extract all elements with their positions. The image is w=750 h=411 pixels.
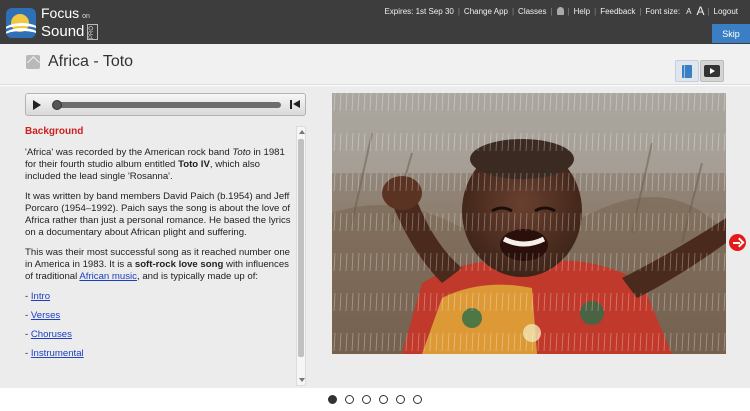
article-photo bbox=[332, 93, 726, 354]
view-toggle bbox=[675, 60, 724, 82]
choruses-link[interactable]: Choruses bbox=[31, 329, 72, 340]
page-title: Africa - Toto bbox=[48, 53, 134, 70]
play-icon[interactable] bbox=[30, 98, 44, 112]
list-item: - Choruses bbox=[25, 329, 296, 341]
section-heading: Background bbox=[25, 126, 84, 137]
intro-link[interactable]: Intro bbox=[31, 291, 50, 302]
help-link[interactable]: Help bbox=[570, 7, 594, 16]
article-text-panel: Background 'Africa' was recorded by the … bbox=[25, 126, 296, 386]
pagination-dot-1[interactable] bbox=[328, 395, 337, 404]
focus-on-sound-logo[interactable]: Focus on Sound PRO bbox=[6, 5, 99, 40]
child-in-rain-image bbox=[332, 93, 726, 354]
content-area: Background 'Africa' was recorded by the … bbox=[0, 86, 750, 388]
slide-pagination bbox=[0, 388, 750, 411]
p1-text-a: 'Africa' was recorded by the American ro… bbox=[25, 147, 233, 158]
font-size-large-button[interactable]: A bbox=[696, 4, 704, 18]
bell-icon[interactable] bbox=[556, 7, 564, 15]
p1-album-name: Toto IV bbox=[178, 159, 210, 170]
scroll-thumb[interactable] bbox=[298, 139, 304, 357]
p1-band-name: Toto bbox=[232, 147, 251, 158]
article-scrollbar[interactable] bbox=[296, 126, 306, 386]
logo-word-on: on bbox=[82, 13, 90, 20]
nav-separator: | bbox=[550, 6, 553, 16]
p3-text-d: , and is typically made up of: bbox=[136, 271, 259, 282]
list-item: - Verses bbox=[25, 310, 296, 322]
next-arrow-icon[interactable] bbox=[729, 234, 746, 251]
pagination-dot-2[interactable] bbox=[345, 395, 354, 404]
pagination-dot-4[interactable] bbox=[379, 395, 388, 404]
top-navigation: Expires: 1st Sep 30 | Change App | Class… bbox=[380, 4, 742, 18]
logo-word-sound: Sound bbox=[41, 23, 85, 40]
logo-text: Focus on Sound PRO bbox=[41, 5, 99, 40]
top-bar: Focus on Sound PRO Expires: 1st Sep 30 |… bbox=[0, 0, 750, 44]
paragraph-3: This was their most successful song as i… bbox=[25, 247, 296, 283]
font-size-small-button[interactable]: A bbox=[686, 7, 691, 16]
title-bar: Africa - Toto bbox=[0, 44, 750, 85]
scroll-down-arrow-icon[interactable] bbox=[299, 378, 305, 382]
logout-link[interactable]: Logout bbox=[710, 7, 742, 16]
change-app-link[interactable]: Change App bbox=[460, 7, 512, 16]
book-icon bbox=[682, 64, 692, 78]
video-view-button[interactable] bbox=[700, 60, 724, 82]
audio-progress-handle[interactable] bbox=[52, 100, 62, 110]
paragraph-1: 'Africa' was recorded by the American ro… bbox=[25, 147, 296, 183]
paragraph-2: It was written by band members David Pai… bbox=[25, 191, 291, 238]
pagination-dot-3[interactable] bbox=[362, 395, 371, 404]
logo-word-focus: Focus bbox=[41, 5, 80, 21]
audio-player bbox=[25, 93, 306, 116]
text-fade-overlay bbox=[25, 356, 296, 386]
p3-genre: soft-rock love song bbox=[134, 259, 224, 270]
scroll-up-arrow-icon[interactable] bbox=[299, 130, 305, 134]
logo-pro-badge: PRO bbox=[87, 24, 99, 40]
verses-link[interactable]: Verses bbox=[31, 310, 60, 321]
feedback-link[interactable]: Feedback bbox=[596, 7, 639, 16]
skip-end-icon[interactable] bbox=[289, 99, 301, 111]
video-icon bbox=[704, 65, 720, 77]
audio-progress-bar[interactable] bbox=[52, 100, 281, 110]
list-item: - Intro bbox=[25, 291, 296, 303]
african-music-link[interactable]: African music bbox=[79, 271, 137, 282]
classes-link[interactable]: Classes bbox=[514, 7, 550, 16]
text-view-button[interactable] bbox=[675, 60, 699, 82]
expiry-text: Expires: 1st Sep 30 bbox=[384, 6, 454, 16]
skip-button[interactable]: Skip bbox=[712, 24, 750, 43]
pagination-dot-5[interactable] bbox=[396, 395, 405, 404]
logo-mark-icon bbox=[6, 8, 36, 38]
font-size-label: Font size: bbox=[645, 6, 681, 16]
pagination-dot-6[interactable] bbox=[413, 395, 422, 404]
expand-icon[interactable] bbox=[26, 55, 40, 69]
